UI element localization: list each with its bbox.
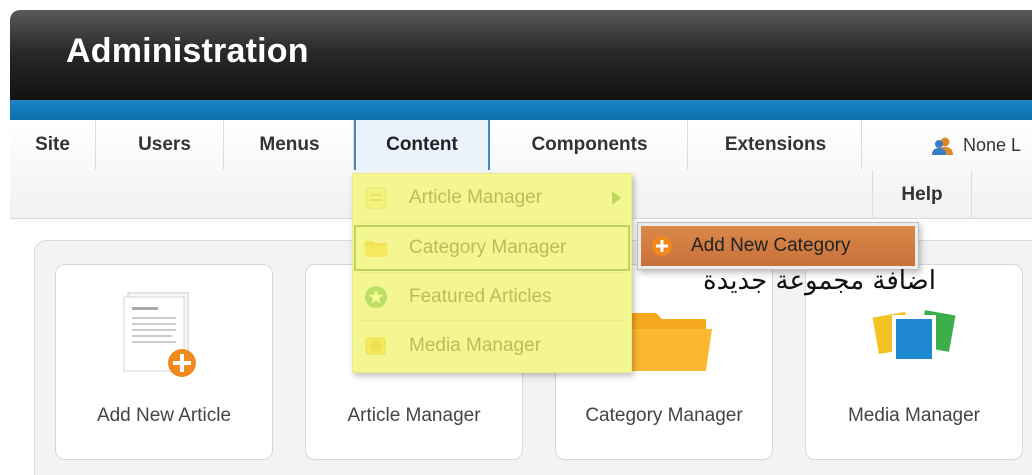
submenu-add-new-category[interactable]: Add New Category <box>641 226 915 266</box>
article-submenu: Add New Category <box>637 222 919 270</box>
dropdown-item-label: Article Manager <box>409 187 543 208</box>
star-icon <box>365 286 387 308</box>
card-label: Article Manager <box>347 405 481 426</box>
content-dropdown-menu: Article Manager Category Manager Feature… <box>352 173 632 373</box>
dropdown-item-featured-articles[interactable]: Featured Articles <box>353 273 631 321</box>
menu-users[interactable]: Users <box>106 120 224 170</box>
card-add-new-article[interactable]: Add New Article <box>55 264 273 460</box>
header-accent-bar <box>10 100 1032 120</box>
menu-menus[interactable]: Menus <box>226 120 354 170</box>
menu-extensions[interactable]: Extensions <box>690 120 862 170</box>
admin-header: Administration <box>10 10 1032 100</box>
dropdown-item-label: Media Manager <box>409 335 542 356</box>
arabic-annotation: اضافة مجموعة جديدة <box>703 266 936 296</box>
media-icon <box>870 306 959 363</box>
article-add-icon <box>123 292 196 377</box>
dropdown-item-label: Category Manager <box>409 237 567 258</box>
menu-content[interactable]: Content <box>354 120 490 170</box>
menu-components[interactable]: Components <box>492 120 688 170</box>
menu-help[interactable]: Help <box>872 170 972 219</box>
user-status: None L <box>932 120 1021 170</box>
card-label: Category Manager <box>585 405 743 426</box>
submenu-arrow-icon <box>612 191 621 205</box>
dropdown-item-article-manager[interactable]: Article Manager <box>353 174 631 222</box>
folder-icon <box>628 313 712 371</box>
card-label: Add New Article <box>96 405 232 426</box>
dropdown-item-media-manager[interactable]: Media Manager <box>353 322 631 370</box>
media-icon <box>365 337 386 355</box>
dropdown-item-label: Featured Articles <box>409 286 552 307</box>
dropdown-item-category-manager[interactable]: Category Manager <box>353 224 631 272</box>
page-title: Administration <box>66 32 309 70</box>
dropdown-separator <box>361 320 625 321</box>
menu-site[interactable]: Site <box>10 120 96 170</box>
add-icon <box>652 236 672 256</box>
card-label: Media Manager <box>847 405 981 426</box>
submenu-item-label: Add New Category <box>691 235 851 256</box>
users-icon <box>932 137 953 156</box>
folder-icon <box>364 241 388 257</box>
user-status-label: None L <box>963 135 1022 155</box>
article-icon <box>365 187 387 209</box>
dropdown-separator <box>361 222 625 223</box>
